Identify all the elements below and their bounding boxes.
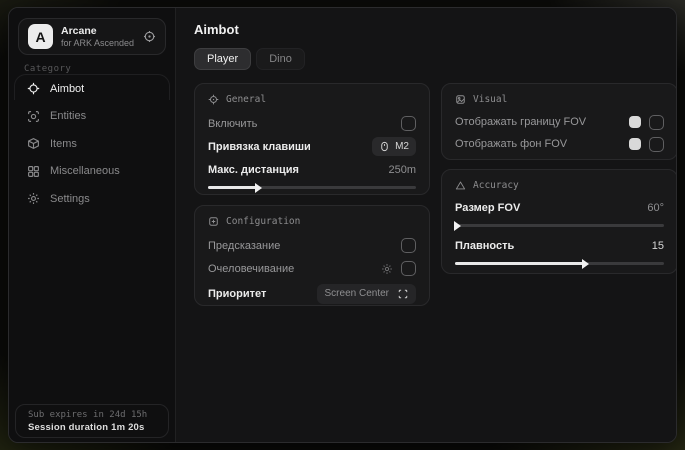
sidebar-item-entities[interactable]: Entities — [14, 103, 170, 131]
slider-thumb[interactable] — [454, 221, 461, 231]
expand-icon — [398, 289, 408, 299]
humanize-label: Очеловечивание — [208, 263, 294, 275]
card-title: Configuration — [226, 216, 300, 227]
max-distance-label: Макс. дистанция — [208, 164, 299, 176]
sidebar-item-settings[interactable]: Settings — [14, 185, 170, 213]
card-configuration: Configuration Предсказание Очеловечивани… — [194, 205, 430, 306]
sidebar-item-aimbot[interactable]: Aimbot — [14, 75, 170, 103]
fov-size-label: Размер FOV — [455, 202, 520, 214]
max-distance-value: 250m — [388, 164, 416, 176]
fov-bg-checkbox[interactable] — [649, 137, 664, 152]
main-panel: Aimbot Player Dino General Включить — [176, 8, 676, 442]
logo-card: A Arcane for ARK Ascended — [18, 18, 166, 55]
card-general: General Включить Привязка клавиши M2 — [194, 83, 430, 195]
sidebar-item-items[interactable]: Items — [14, 130, 170, 158]
humanize-checkbox[interactable] — [401, 261, 416, 276]
smoothness-label: Плавность — [455, 240, 514, 252]
triangle-icon — [455, 180, 466, 191]
session-duration-text: Session duration 1m 20s — [28, 422, 156, 433]
sub-expires-text: Sub expires in 24d 15h — [28, 410, 156, 420]
tab-player[interactable]: Player — [194, 48, 251, 70]
keybind-value: M2 — [395, 141, 409, 152]
scan-icon — [27, 110, 40, 123]
scope-icon — [208, 94, 219, 105]
app-logo: A — [28, 24, 53, 49]
box-icon — [27, 137, 40, 150]
page-title: Aimbot — [194, 22, 239, 37]
fov-border-color-swatch[interactable] — [629, 116, 641, 128]
sidebar-menu: Aimbot Entities Items — [14, 75, 170, 213]
logo-texts: Arcane for ARK Ascended — [61, 25, 134, 48]
smoothness-slider[interactable] — [455, 262, 664, 265]
sidebar-item-label: Aimbot — [50, 83, 84, 95]
image-icon — [455, 94, 466, 105]
priority-dropdown[interactable]: Screen Center — [317, 284, 416, 304]
target-icon[interactable] — [143, 30, 156, 43]
keybind-button[interactable]: M2 — [372, 137, 416, 156]
card-accuracy: Accuracy Размер FOV 60° Плавность 15 — [441, 169, 677, 274]
sidebar-item-label: Miscellaneous — [50, 165, 120, 177]
subscription-footer: Sub expires in 24d 15h Session duration … — [15, 404, 169, 438]
sidebar-item-label: Entities — [50, 110, 86, 122]
category-label: Category — [24, 64, 71, 74]
card-visual: Visual Отображать границу FOV Отображать… — [441, 83, 677, 160]
enable-checkbox[interactable] — [401, 116, 416, 131]
fov-bg-color-swatch[interactable] — [629, 138, 641, 150]
slider-thumb[interactable] — [255, 183, 262, 193]
app-subtitle: for ARK Ascended — [61, 38, 134, 48]
card-title: Accuracy — [473, 180, 519, 191]
crosshair-icon — [27, 82, 40, 95]
grid-icon — [27, 165, 40, 178]
card-title: General — [226, 94, 266, 105]
gear-icon — [27, 192, 40, 205]
sidebar: A Arcane for ARK Ascended Category — [9, 8, 176, 442]
mouse-icon — [379, 141, 390, 152]
fov-border-label: Отображать границу FOV — [455, 116, 586, 128]
prediction-label: Предсказание — [208, 240, 280, 252]
priority-label: Приоритет — [208, 288, 266, 300]
slider-thumb[interactable] — [582, 259, 589, 269]
enable-label: Включить — [208, 118, 257, 130]
sidebar-item-label: Settings — [50, 193, 90, 205]
smoothness-value: 15 — [652, 240, 664, 252]
priority-value: Screen Center — [325, 288, 389, 299]
sidebar-item-miscellaneous[interactable]: Miscellaneous — [14, 158, 170, 186]
fov-size-slider[interactable] — [455, 224, 664, 227]
sidebar-item-label: Items — [50, 138, 77, 150]
prediction-checkbox[interactable] — [401, 238, 416, 253]
fov-border-checkbox[interactable] — [649, 115, 664, 130]
tab-dino[interactable]: Dino — [256, 48, 305, 70]
tab-bar: Player Dino — [194, 48, 305, 70]
fov-size-value: 60° — [647, 202, 664, 214]
card-title: Visual — [473, 94, 507, 105]
fov-bg-label: Отображать фон FOV — [455, 138, 567, 150]
keybind-label: Привязка клавиши — [208, 141, 311, 153]
max-distance-slider[interactable] — [208, 186, 416, 189]
app-window: A Arcane for ARK Ascended Category — [8, 7, 677, 443]
app-title: Arcane — [61, 25, 134, 37]
gear-icon[interactable] — [381, 263, 393, 275]
tune-icon — [208, 216, 219, 227]
